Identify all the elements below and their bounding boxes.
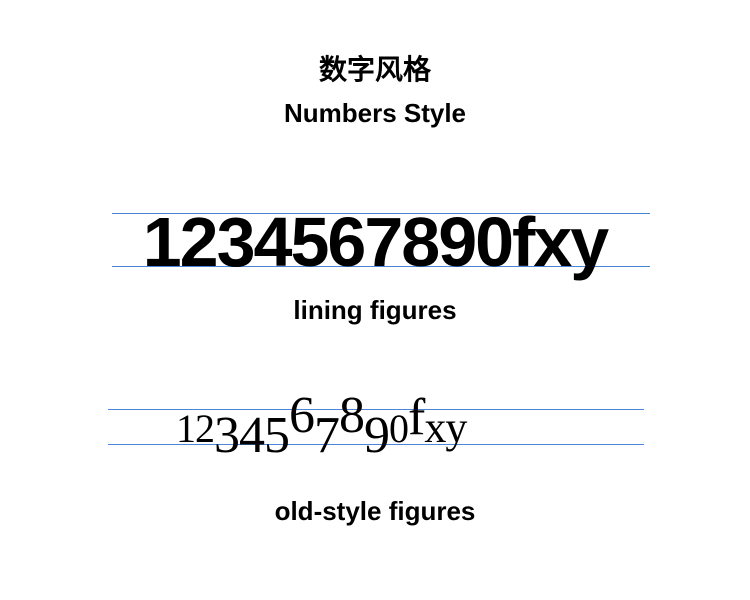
oldstyle-glyph: y [445,403,467,452]
oldstyle-glyph: 4 [239,407,265,464]
oldstyle-glyph: 1 [176,406,196,451]
oldstyle-glyph: f [408,389,425,446]
oldstyle-glyph: 7 [314,407,340,464]
oldstyle-glyph: 0 [389,406,409,451]
title-chinese: 数字风格 [318,53,431,86]
oldstyle-glyph: 9 [364,407,390,464]
oldstyle-glyph: 5 [264,407,290,464]
lining-figures-sample: 1234567890fxy [142,203,609,281]
oldstyle-glyph: 6 [289,387,315,444]
lining-figures-caption: lining figures [293,295,457,325]
oldstyle-figures-sample: 1234567890fxy [176,387,467,462]
title-english: Numbers Style [283,98,467,128]
oldstyle-figures-caption: old-style figures [274,496,476,526]
oldstyle-glyph: 2 [195,406,215,451]
oldstyle-glyph: 8 [339,387,365,444]
oldstyle-glyph: 3 [214,407,240,464]
oldstyle-glyph: x [424,403,446,452]
